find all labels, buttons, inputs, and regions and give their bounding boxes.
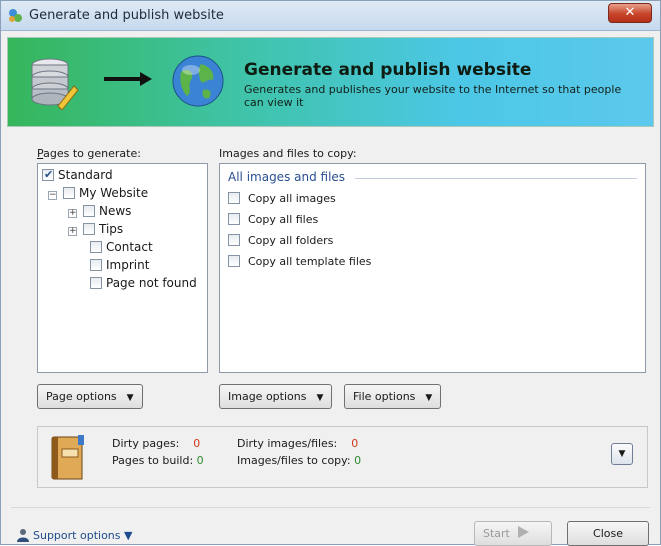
globe-icon	[172, 55, 224, 107]
copy-option-label: Copy all template files	[248, 255, 372, 268]
dropdown-arrow-icon: ▼	[316, 393, 324, 403]
tree-item-label: Standard	[58, 168, 113, 182]
window-close-button[interactable]: ✕	[608, 3, 652, 23]
checkbox[interactable]	[90, 277, 102, 289]
checkbox[interactable]	[228, 213, 240, 225]
database-icon	[31, 58, 79, 110]
tree-item[interactable]: + Tips	[68, 221, 123, 237]
dropdown-arrow-icon: ▼	[425, 393, 433, 403]
app-icon	[9, 9, 22, 22]
checkbox[interactable]	[228, 192, 240, 204]
tree-item-label: Imprint	[106, 258, 150, 272]
copy-option-label: Copy all images	[248, 192, 336, 205]
pages-to-generate-label: Pages to generate:	[37, 147, 141, 160]
checkbox[interactable]	[90, 259, 102, 271]
image-options-button[interactable]: Image options ▼	[219, 384, 333, 409]
dirty-images-stat: Dirty images/files: 0	[237, 437, 359, 450]
tree-item-label: Page not found	[106, 276, 197, 290]
tree-item[interactable]: + News	[68, 203, 131, 219]
copy-option-item[interactable]: Copy all files	[228, 212, 318, 228]
person-icon	[17, 529, 29, 542]
expand-details-button[interactable]: ▼	[611, 443, 633, 465]
tree-item[interactable]: Imprint	[90, 257, 149, 273]
copy-option-item[interactable]: Copy all images	[228, 191, 336, 207]
tree-item-label: My Website	[79, 186, 149, 200]
header-banner: Generate and publish website Generates a…	[7, 37, 654, 127]
support-options-link[interactable]: Support options ▼	[17, 528, 132, 542]
tree-item[interactable]: Standard	[42, 167, 113, 183]
checkbox[interactable]	[83, 223, 95, 235]
copy-option-label: Copy all files	[248, 213, 319, 226]
tree-item[interactable]: Contact	[90, 239, 153, 255]
copy-option-label: Copy all folders	[248, 234, 334, 247]
expand-icon[interactable]: +	[68, 227, 77, 236]
images-files-panel: All images and files Copy all images Copy…	[219, 163, 646, 373]
file-options-button[interactable]: File options ▼	[344, 384, 442, 409]
checkbox[interactable]	[42, 167, 54, 183]
dirty-pages-stat: Dirty pages: 0	[112, 437, 201, 450]
checkbox[interactable]	[63, 187, 75, 199]
banner-description: Generates and publishes your website to …	[244, 83, 622, 109]
images-files-label: Images and files to copy:	[219, 147, 357, 160]
tree-item-label: Contact	[106, 240, 153, 254]
dropdown-arrow-icon: ▼	[126, 393, 134, 403]
images-to-copy-stat: Images/files to copy: 0	[237, 454, 362, 467]
group-title: All images and files	[228, 170, 346, 184]
checkbox[interactable]	[83, 205, 95, 217]
tree-item[interactable]: Page not found	[90, 275, 197, 291]
checkbox[interactable]	[90, 241, 102, 253]
copy-option-item[interactable]: Copy all template files	[228, 254, 371, 270]
start-button[interactable]: Start	[474, 521, 552, 546]
tree-item[interactable]: − My Website	[48, 185, 148, 201]
play-icon	[518, 526, 530, 538]
checkbox[interactable]	[228, 255, 240, 267]
tree-item-label: Tips	[99, 222, 124, 236]
build-status-panel: Dirty pages: 0 Pages to build: 0 Dirty i…	[37, 426, 648, 488]
pages-tree[interactable]: Standard−My Website+News+TipsContactImpr…	[37, 163, 208, 373]
expand-icon[interactable]: +	[68, 209, 77, 218]
dialog-window: Generate and publish website ✕ Generate …	[0, 0, 661, 546]
window-title: Generate and publish website	[29, 8, 224, 23]
collapse-icon[interactable]: −	[48, 191, 57, 200]
close-button[interactable]: Close	[567, 521, 649, 546]
book-icon	[51, 435, 84, 480]
group-divider	[355, 178, 637, 179]
arrow-right-icon	[104, 72, 152, 86]
banner-heading: Generate and publish website	[244, 60, 532, 80]
title-bar[interactable]: Generate and publish website ✕	[1, 1, 660, 31]
page-options-button[interactable]: Page options ▼	[37, 384, 143, 409]
tree-item-label: News	[99, 204, 132, 218]
checkbox[interactable]	[228, 234, 240, 246]
footer-divider	[11, 507, 650, 508]
pages-to-build-stat: Pages to build: 0	[112, 454, 204, 467]
copy-option-item[interactable]: Copy all folders	[228, 233, 333, 249]
